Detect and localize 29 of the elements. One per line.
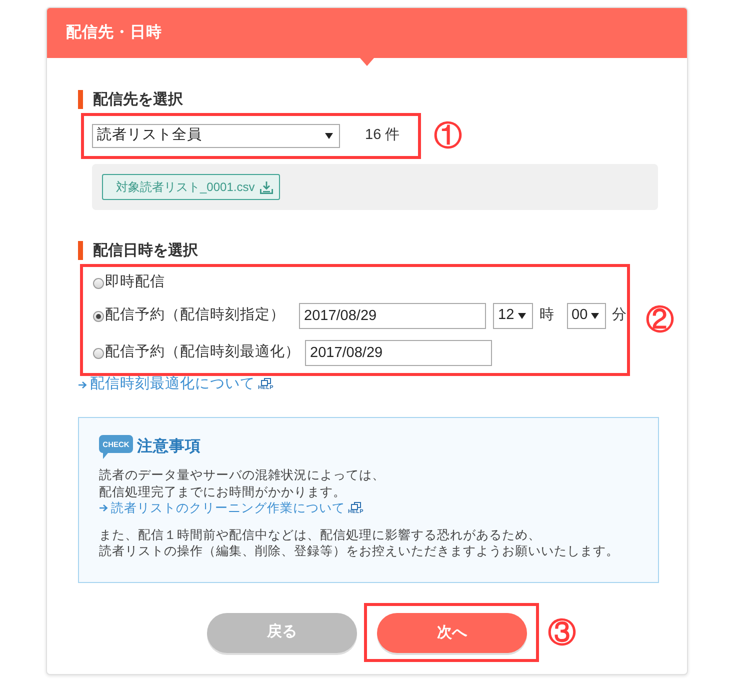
radio-button[interactable] bbox=[93, 310, 104, 322]
hour-select[interactable]: 12 bbox=[493, 303, 532, 329]
arrow-icon bbox=[99, 504, 108, 512]
radio-label[interactable]: 即時配信 bbox=[105, 272, 165, 294]
unit-label: 時 bbox=[540, 306, 554, 326]
radio-button[interactable] bbox=[93, 348, 104, 358]
callout-number: ③ bbox=[548, 618, 576, 646]
caret-icon bbox=[518, 313, 526, 319]
minute-select[interactable]: 00 bbox=[566, 303, 606, 329]
callout-number: ② bbox=[646, 306, 674, 334]
unit-label: 分 bbox=[612, 306, 627, 326]
caret-icon bbox=[591, 313, 599, 319]
radio-label[interactable]: 配信予約（配信時刻最適化） bbox=[105, 342, 300, 364]
notice-text: 読者のデータ量やサーバの混雑状況によっては、 配信処理完了までにお時間がかかります。 bbox=[99, 467, 386, 500]
date-field[interactable]: 2017/08/29 bbox=[299, 303, 486, 329]
section-heading: 配信先を選択 bbox=[78, 90, 657, 109]
panel-title: 配信先・日時 bbox=[66, 23, 162, 44]
date-field[interactable]: 2017/08/29 bbox=[305, 340, 492, 366]
count-text: 16 件 bbox=[365, 126, 400, 146]
notice-title: 注意事項 bbox=[137, 436, 201, 457]
callout-number: ① bbox=[434, 122, 462, 150]
download-icon bbox=[260, 180, 273, 194]
caret-icon bbox=[325, 133, 333, 139]
notice-text: また、配信１時間前や配信中などは、配信処理に影響する恐れがあるため、 読者リストの操作（編集、削除、登録等）をお控えいただきますようお願いいたします。 bbox=[99, 526, 620, 560]
radio-button[interactable] bbox=[93, 278, 104, 288]
arrow-icon bbox=[78, 381, 87, 389]
list-select[interactable]: 読者リスト全員 bbox=[92, 124, 340, 148]
section-heading: 配信日時を選択 bbox=[78, 241, 657, 260]
radio-label[interactable]: 配信予約（配信時刻指定） bbox=[105, 305, 285, 327]
